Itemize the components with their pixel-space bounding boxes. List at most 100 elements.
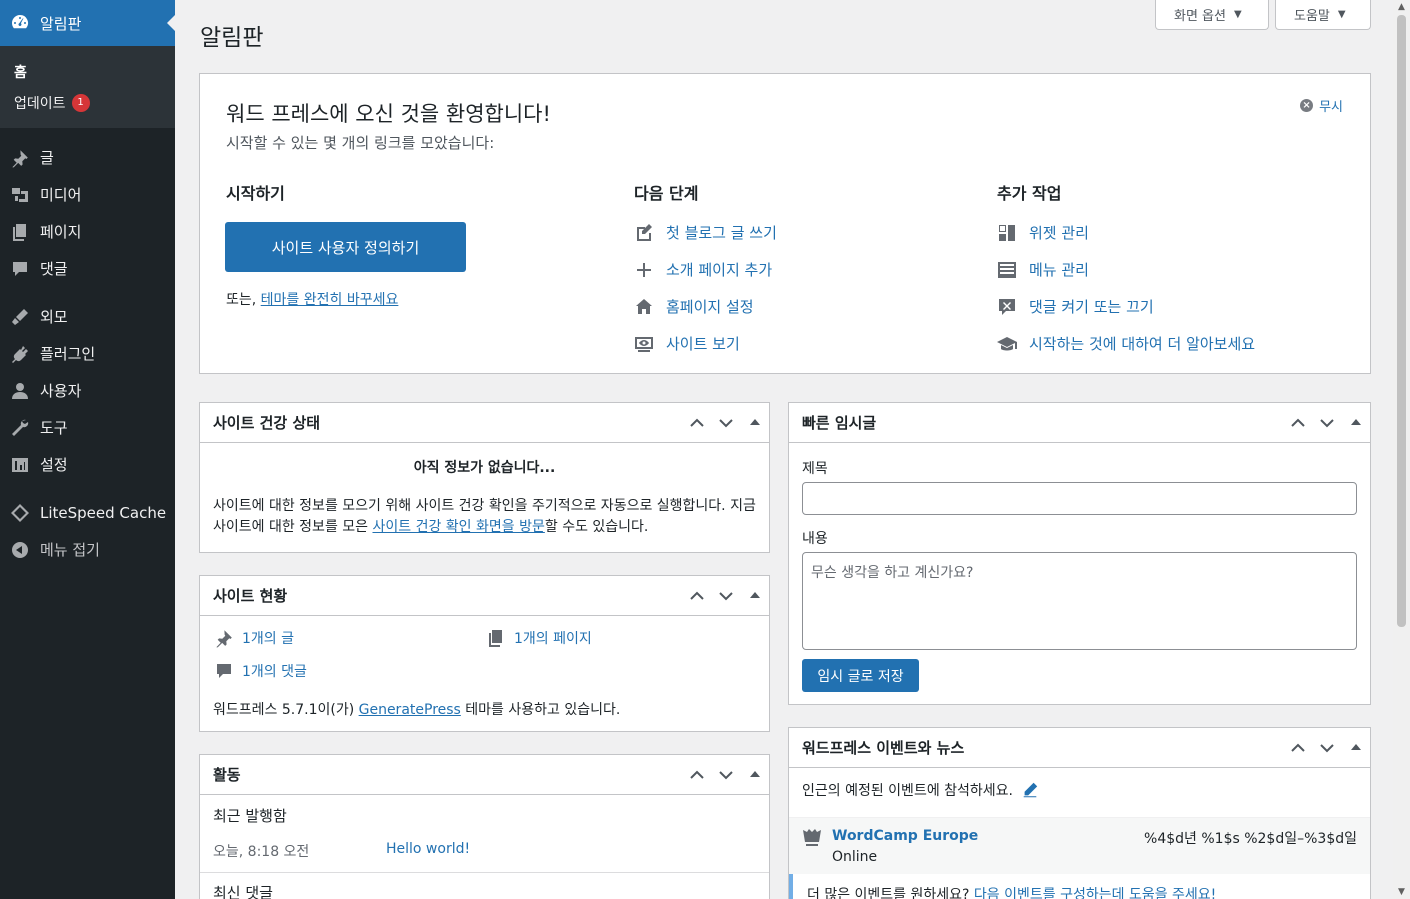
- sidebar-item-litespeed[interactable]: LiteSpeed Cache: [0, 494, 175, 531]
- activity-time: 오늘, 8:18 오전: [213, 844, 310, 860]
- move-down-button[interactable]: [1312, 403, 1341, 442]
- event-item: WordCamp Europe Online %4$d년 %1$s %2$d일–…: [789, 817, 1370, 874]
- toggle-panel-button[interactable]: [740, 576, 769, 615]
- chevron-up-icon: [689, 591, 704, 600]
- vertical-scrollbar[interactable]: ▲ ▼: [1393, 0, 1410, 899]
- glance-comments-link[interactable]: 1개의 댓글: [214, 661, 307, 681]
- customize-site-button[interactable]: 사이트 사용자 정의하기: [225, 222, 466, 272]
- write-first-post-link[interactable]: 첫 블로그 글 쓰기: [634, 214, 777, 251]
- sidebar-subitem-home[interactable]: 홈: [14, 56, 175, 87]
- activity-post-link[interactable]: Hello world!: [386, 841, 470, 857]
- sidebar-item-plugins[interactable]: 플러그인: [0, 335, 175, 372]
- move-down-button[interactable]: [711, 576, 740, 615]
- sidebar-submenu: 홈 업데이트 1: [0, 46, 175, 128]
- chevron-down-icon: [718, 770, 733, 779]
- link-label: 첫 블로그 글 쓰기: [666, 224, 777, 242]
- desc-text: 할 수도 있습니다.: [544, 519, 649, 535]
- screen-options-button[interactable]: 화면 옵션 ▼: [1155, 0, 1269, 30]
- collapse-menu-button[interactable]: 메뉴 접기: [0, 531, 175, 568]
- move-down-button[interactable]: [711, 755, 740, 794]
- draft-title-label: 제목: [802, 461, 828, 477]
- or-label: 또는,: [226, 292, 261, 308]
- close-icon: ×: [1300, 99, 1314, 112]
- scroll-down-arrow-icon[interactable]: ▼: [1393, 887, 1410, 897]
- glance-posts-link[interactable]: 1개의 글: [214, 628, 294, 648]
- draft-content-textarea[interactable]: 무슨 생각을 하고 계신가요?: [802, 552, 1357, 650]
- toggle-panel-button[interactable]: [1341, 728, 1370, 767]
- edit-page-icon: [637, 223, 652, 241]
- chevron-up-icon: [1290, 418, 1305, 427]
- link-label: 위젯 관리: [1029, 224, 1089, 242]
- posts-count: 1개의 글: [242, 631, 294, 647]
- events-intro-text: 인근의 예정된 이벤트에 참석하세요.: [802, 783, 1013, 799]
- sidebar-subitem-updates[interactable]: 업데이트 1: [14, 87, 175, 118]
- toggle-panel-button[interactable]: [740, 755, 769, 794]
- sidebar-item-label: 도구: [40, 419, 68, 437]
- triangle-up-icon: [749, 418, 760, 425]
- scroll-up-arrow-icon[interactable]: ▲: [1393, 2, 1410, 12]
- chevron-up-icon: [689, 418, 704, 427]
- toggle-panel-button[interactable]: [740, 403, 769, 442]
- move-down-button[interactable]: [1312, 728, 1341, 767]
- appearance-icon: [10, 307, 30, 327]
- version-text: 워드프레스 5.7.1이(가): [213, 702, 359, 718]
- help-button[interactable]: 도움말 ▼: [1275, 0, 1371, 30]
- settings-icon: [10, 455, 30, 475]
- at-a-glance-widget: 사이트 현황 1개의 글 1개의 페이지 1개의 댓글 워드프레스 5.7.1이…: [199, 575, 770, 732]
- comments-off-icon: [999, 298, 1015, 315]
- learn-more-link[interactable]: 시작하는 것에 대하여 더 알아보세요: [997, 325, 1255, 362]
- wp-version-text: 워드프레스 5.7.1이(가) GeneratePress 테마를 사용하고 있…: [213, 699, 620, 719]
- more-events-notice: 더 많은 이벤트를 원하세요? 다음 이벤트를 구성하는데 도움을 주세요!: [789, 874, 1370, 899]
- move-up-button[interactable]: [1283, 728, 1312, 767]
- scrollbar-thumb[interactable]: [1397, 15, 1406, 627]
- manage-widgets-link[interactable]: 위젯 관리: [997, 214, 1255, 251]
- widget-header: 워드프레스 이벤트와 뉴스: [789, 728, 1370, 768]
- users-icon: [10, 381, 30, 401]
- glance-pages-link[interactable]: 1개의 페이지: [486, 628, 592, 648]
- sidebar-item-appearance[interactable]: 외모: [0, 298, 175, 335]
- draft-title-input[interactable]: [802, 482, 1357, 515]
- widget-title: 활동: [213, 766, 241, 784]
- widget-header: 사이트 현황: [200, 576, 769, 616]
- pencil-icon[interactable]: [1021, 781, 1039, 799]
- sidebar-item-dashboard[interactable]: 알림판: [0, 0, 175, 46]
- link-label: 홈페이지 설정: [666, 298, 754, 316]
- move-up-button[interactable]: [682, 576, 711, 615]
- setup-homepage-link[interactable]: 홈페이지 설정: [634, 288, 777, 325]
- link-label: 사이트 보기: [666, 335, 740, 353]
- move-down-button[interactable]: [711, 403, 740, 442]
- view-site-link[interactable]: 사이트 보기: [634, 325, 777, 362]
- event-location: Online: [832, 849, 878, 865]
- chevron-up-icon: [689, 770, 704, 779]
- sidebar-item-label: 사용자: [40, 382, 82, 400]
- site-health-widget: 사이트 건강 상태 아직 정보가 없습니다... 사이트에 대한 정보를 모으기…: [199, 402, 770, 553]
- triangle-up-icon: [749, 591, 760, 598]
- theme-link[interactable]: GeneratePress: [359, 702, 461, 718]
- sidebar-item-settings[interactable]: 설정: [0, 446, 175, 483]
- sidebar-item-tools[interactable]: 도구: [0, 409, 175, 446]
- change-theme-link[interactable]: 테마를 완전히 바꾸세요: [261, 292, 399, 308]
- sidebar-item-media[interactable]: 미디어: [0, 176, 175, 213]
- site-health-link[interactable]: 사이트 건강 확인 화면을 방문: [372, 519, 544, 535]
- manage-menus-link[interactable]: 메뉴 관리: [997, 251, 1255, 288]
- pages-count: 1개의 페이지: [514, 631, 592, 647]
- widget-title: 빠른 임시글: [802, 414, 877, 432]
- add-about-page-link[interactable]: 소개 페이지 추가: [634, 251, 777, 288]
- welcome-dismiss-link[interactable]: × 무시: [1300, 96, 1343, 115]
- dashboard-icon: [10, 13, 30, 33]
- welcome-panel: 워드 프레스에 오신 것을 환영합니다! 시작할 수 있는 몇 개의 링크를 모…: [199, 73, 1371, 374]
- sidebar-item-pages[interactable]: 페이지: [0, 213, 175, 250]
- tools-icon: [10, 418, 30, 438]
- view-site-icon: [635, 336, 653, 352]
- organize-event-link[interactable]: 다음 이벤트를 구성하는데 도움을 주세요!: [974, 887, 1216, 899]
- toggle-panel-button[interactable]: [1341, 403, 1370, 442]
- sidebar-item-posts[interactable]: 글: [0, 139, 175, 176]
- sidebar-item-comments[interactable]: 댓글: [0, 250, 175, 287]
- move-up-button[interactable]: [1283, 403, 1312, 442]
- toggle-comments-link[interactable]: 댓글 켜기 또는 끄기: [997, 288, 1255, 325]
- sidebar-item-users[interactable]: 사용자: [0, 372, 175, 409]
- move-up-button[interactable]: [682, 403, 711, 442]
- save-draft-button[interactable]: 임시 글로 저장: [802, 659, 919, 692]
- event-title-link[interactable]: WordCamp Europe: [832, 828, 978, 844]
- move-up-button[interactable]: [682, 755, 711, 794]
